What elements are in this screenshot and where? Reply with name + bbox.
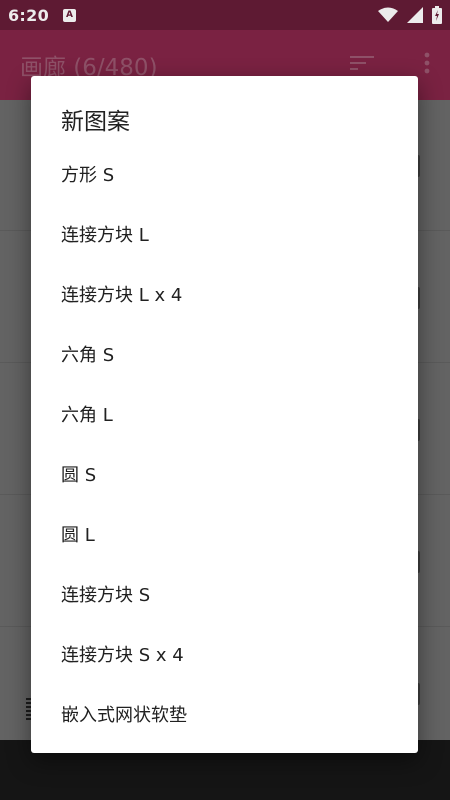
option-circle-s[interactable]: 圆 S bbox=[31, 444, 418, 504]
option-circle-l[interactable]: 圆 L bbox=[31, 504, 418, 564]
option-connected-block-l[interactable]: 连接方块 L bbox=[31, 204, 418, 264]
option-list: 方形 S 连接方块 L 连接方块 L x 4 六角 S 六角 L 圆 S 圆 L… bbox=[31, 144, 418, 744]
option-square-s[interactable]: 方形 S bbox=[31, 144, 418, 204]
wifi-icon bbox=[378, 7, 398, 23]
option-connected-block-l-x4[interactable]: 连接方块 L x 4 bbox=[31, 264, 418, 324]
sort-icon[interactable] bbox=[350, 55, 374, 75]
new-pattern-dialog: 新图案 方形 S 连接方块 L 连接方块 L x 4 六角 S 六角 L 圆 S… bbox=[31, 76, 418, 753]
status-icons bbox=[378, 6, 442, 24]
option-hexagon-l[interactable]: 六角 L bbox=[31, 384, 418, 444]
battery-icon bbox=[432, 6, 442, 24]
dialog-title: 新图案 bbox=[61, 109, 130, 135]
option-connected-block-s[interactable]: 连接方块 S bbox=[31, 564, 418, 624]
notification-a-icon: A bbox=[63, 8, 76, 22]
signal-icon bbox=[407, 7, 423, 23]
option-connected-block-s-x4[interactable]: 连接方块 S x 4 bbox=[31, 624, 418, 684]
option-embedded-mesh-pad[interactable]: 嵌入式网状软垫 bbox=[31, 684, 418, 744]
status-time: 6:20 bbox=[8, 5, 49, 25]
more-vert-icon[interactable] bbox=[424, 52, 430, 78]
option-hexagon-s[interactable]: 六角 S bbox=[31, 324, 418, 384]
status-bar: 6:20 A bbox=[0, 0, 450, 30]
